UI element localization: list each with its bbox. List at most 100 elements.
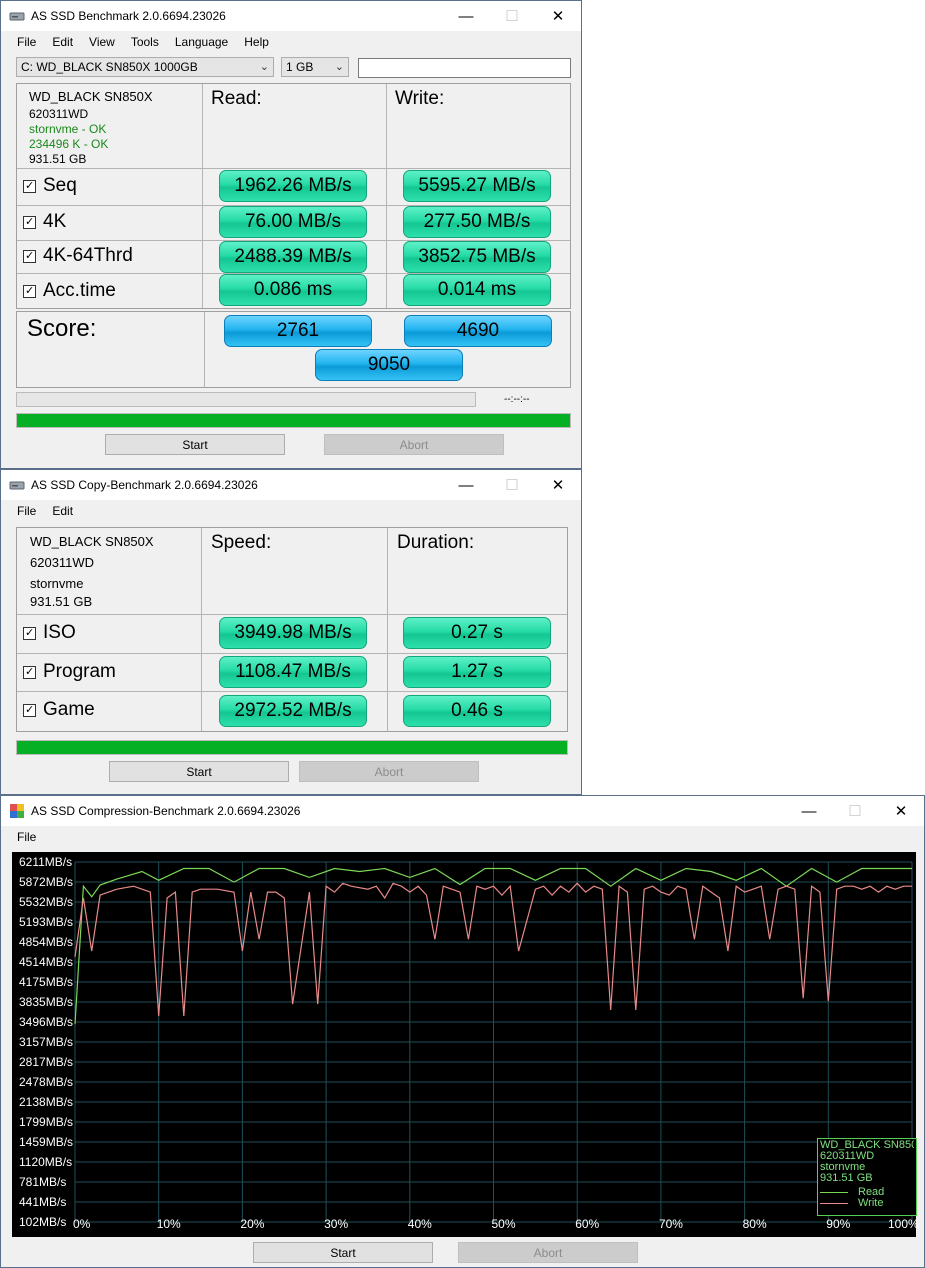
4k-read-value: 76.00 MB/s xyxy=(219,206,367,238)
game-checkbox[interactable] xyxy=(23,703,36,717)
row-game-label[interactable]: Game xyxy=(23,699,95,721)
program-checkbox[interactable] xyxy=(23,665,36,679)
legend-read-swatch xyxy=(820,1192,848,1193)
menu-file[interactable]: File xyxy=(9,504,44,518)
row-iso-label[interactable]: ISO xyxy=(23,622,76,644)
close-button[interactable]: ✕ xyxy=(535,1,581,31)
y-tick-label: 6211MB/s xyxy=(19,855,73,869)
title-bar[interactable]: AS SSD Copy-Benchmark 2.0.6694.23026 — ☐… xyxy=(1,470,581,500)
menu-edit[interactable]: Edit xyxy=(44,504,81,518)
seq-checkbox[interactable] xyxy=(23,179,36,193)
compression-chart: 6211MB/s 5872MB/s 5532MB/s 5193MB/s 4854MB/s… xyxy=(12,852,919,1237)
program-speed-value: 1108.47 MB/s xyxy=(219,656,367,688)
x-tick-label: 100% xyxy=(888,1217,919,1231)
4k-checkbox[interactable] xyxy=(23,215,36,229)
elapsed-time: --:--:-- xyxy=(504,394,530,405)
y-tick-label: 4514MB/s xyxy=(19,955,74,969)
menu-view[interactable]: View xyxy=(81,35,123,49)
score-panel: Score: 2761 4690 9050 xyxy=(16,311,571,388)
score-label: Score: xyxy=(27,315,97,342)
size-select[interactable]: 1 GB ⌄ xyxy=(281,57,349,77)
benchmark-window: AS SSD Benchmark 2.0.6694.23026 — ☐ ✕ Fi… xyxy=(0,0,582,469)
menu-help[interactable]: Help xyxy=(236,35,277,49)
driver-name: stornvme xyxy=(30,576,84,591)
minimize-button[interactable]: — xyxy=(443,1,489,31)
y-tick-label: 3157MB/s xyxy=(19,1035,74,1049)
title-bar[interactable]: AS SSD Benchmark 2.0.6694.23026 — ☐ ✕ xyxy=(1,1,581,31)
acctime-checkbox[interactable] xyxy=(23,284,36,298)
legend-capacity: 931.51 GB xyxy=(820,1172,873,1184)
row-4k-label[interactable]: 4K xyxy=(23,211,66,233)
y-tick-label: 3835MB/s xyxy=(19,995,74,1009)
close-button[interactable]: ✕ xyxy=(535,470,581,500)
minimize-button[interactable]: — xyxy=(443,470,489,500)
x-tick-label: 80% xyxy=(742,1217,767,1231)
status-textbox[interactable] xyxy=(358,58,571,78)
4k64-checkbox[interactable] xyxy=(23,249,36,263)
score-write-value: 4690 xyxy=(404,315,552,347)
chevron-down-icon: ⌄ xyxy=(334,61,344,73)
menu-tools[interactable]: Tools xyxy=(123,35,167,49)
4k64-write-value: 3852.75 MB/s xyxy=(403,241,551,273)
driver-status: stornvme - OK xyxy=(29,122,107,136)
size-select-value: 1 GB xyxy=(286,60,314,74)
copy-results-panel: WD_BLACK SN850X 620311WD stornvme 931.51… xyxy=(16,527,568,732)
duration-header: Duration: xyxy=(397,532,475,553)
y-tick-label: 2478MB/s xyxy=(19,1075,74,1089)
menu-edit[interactable]: Edit xyxy=(44,35,81,49)
start-button[interactable]: Start xyxy=(253,1242,433,1263)
compression-benchmark-window: AS SSD Compression-Benchmark 2.0.6694.23… xyxy=(0,795,925,1268)
window-title: AS SSD Compression-Benchmark 2.0.6694.23… xyxy=(31,804,301,818)
iso-label: ISO xyxy=(43,622,76,643)
drive-info: WD_BLACK SN850X 620311WD stornvme - OK 2… xyxy=(29,89,153,167)
x-tick-label: 40% xyxy=(407,1217,432,1231)
program-duration-value: 1.27 s xyxy=(403,656,551,688)
drive-select[interactable]: C: WD_BLACK SN850X 1000GB ⌄ xyxy=(16,57,274,77)
row-acctime-label[interactable]: Acc.time xyxy=(23,280,116,302)
abort-button[interactable]: Abort xyxy=(324,434,504,455)
game-speed-value: 2972.52 MB/s xyxy=(219,695,367,727)
overall-progress-bar xyxy=(16,413,571,428)
y-tick-label: 102MB/s xyxy=(19,1215,67,1229)
y-tick-label: 4854MB/s xyxy=(19,935,74,949)
abort-button[interactable]: Abort xyxy=(458,1242,638,1263)
window-title: AS SSD Benchmark 2.0.6694.23026 xyxy=(31,9,226,23)
program-label: Program xyxy=(43,661,116,682)
start-button[interactable]: Start xyxy=(109,761,289,782)
y-tick-label: 2138MB/s xyxy=(19,1095,74,1109)
drive-firmware: 620311WD xyxy=(30,555,95,570)
iso-duration-value: 0.27 s xyxy=(403,617,551,649)
x-tick-label: 30% xyxy=(324,1217,349,1231)
y-tick-label: 5872MB/s xyxy=(19,875,74,889)
row-4k64-label[interactable]: 4K-64Thrd xyxy=(23,245,133,267)
row-program-label[interactable]: Program xyxy=(23,661,116,683)
iso-checkbox[interactable] xyxy=(23,626,36,640)
close-button[interactable]: ✕ xyxy=(878,796,924,826)
chart-legend: WD_BLACK SN850X 620311WD stornvme 931.51… xyxy=(817,1138,917,1216)
title-bar[interactable]: AS SSD Compression-Benchmark 2.0.6694.23… xyxy=(1,796,924,826)
drive-icon xyxy=(9,481,25,490)
y-tick-label: 441MB/s xyxy=(19,1195,67,1209)
menu-file[interactable]: File xyxy=(9,830,44,844)
y-tick-label: 1120MB/s xyxy=(19,1155,73,1169)
y-tick-label: 1799MB/s xyxy=(19,1115,74,1129)
4k64-read-value: 2488.39 MB/s xyxy=(219,241,367,273)
menu-bar: File xyxy=(1,826,924,848)
y-tick-label: 4175MB/s xyxy=(19,975,74,989)
start-button[interactable]: Start xyxy=(105,434,285,455)
seq-read-value: 1962.26 MB/s xyxy=(219,170,367,202)
seq-label: Seq xyxy=(43,175,77,196)
app-icon xyxy=(10,804,24,818)
minimize-button[interactable]: — xyxy=(786,796,832,826)
test-progress-bar xyxy=(16,392,476,407)
x-tick-label: 20% xyxy=(240,1217,265,1231)
menu-file[interactable]: File xyxy=(9,35,44,49)
abort-button[interactable]: Abort xyxy=(299,761,479,782)
legend-write-label: Write xyxy=(858,1197,884,1209)
menu-bar: File Edit View Tools Language Help xyxy=(1,31,581,53)
4k64-label: 4K-64Thrd xyxy=(43,245,133,266)
legend-write-swatch xyxy=(820,1203,848,1204)
menu-language[interactable]: Language xyxy=(167,35,236,49)
drive-capacity: 931.51 GB xyxy=(30,594,93,609)
row-seq-label[interactable]: Seq xyxy=(23,175,77,197)
